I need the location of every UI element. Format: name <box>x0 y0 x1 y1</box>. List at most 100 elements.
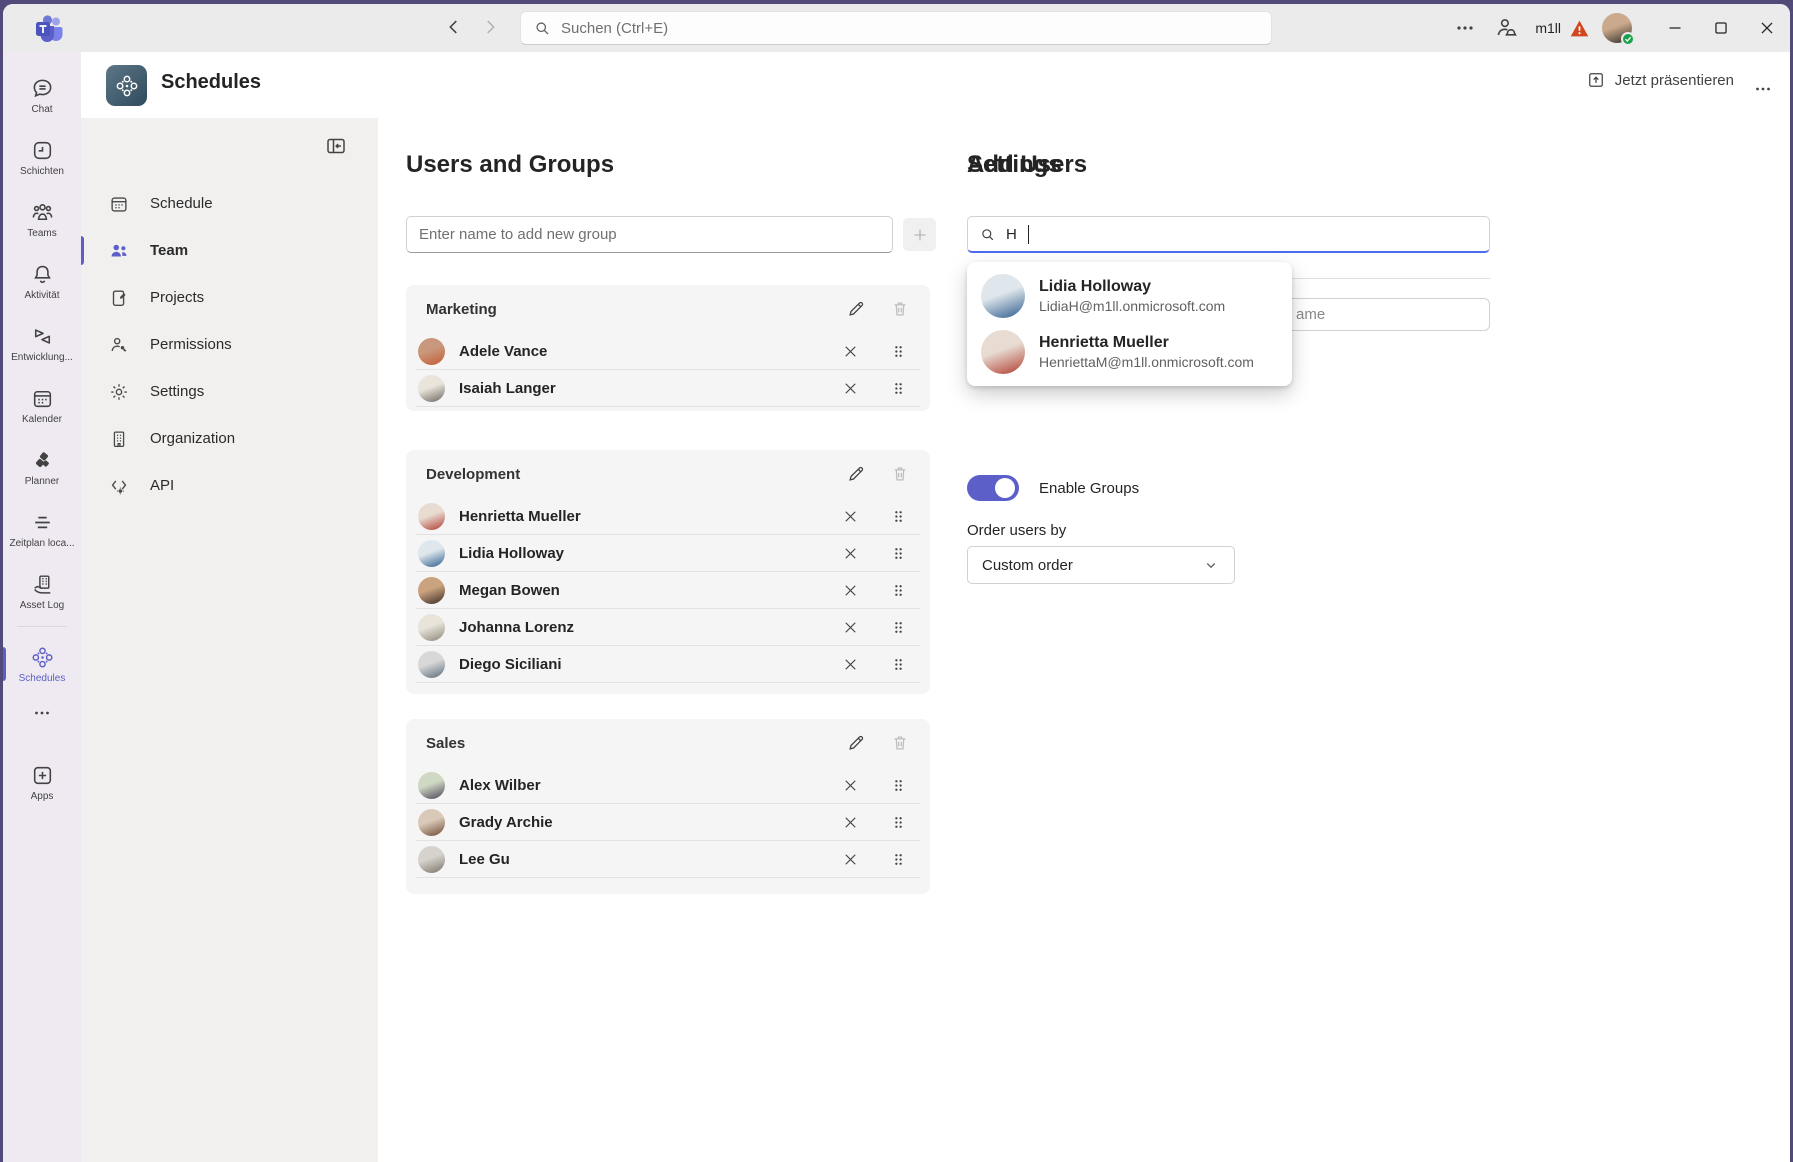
asset-log-icon <box>30 572 55 597</box>
drag-handle-icon[interactable] <box>890 813 907 832</box>
rail-item-chat[interactable]: Chat <box>3 64 81 126</box>
remove-member-icon[interactable] <box>841 776 860 795</box>
delete-group-icon[interactable] <box>890 464 910 484</box>
add-users-search-input[interactable]: H <box>967 216 1490 253</box>
person-key-icon <box>108 334 130 356</box>
api-icon <box>108 475 130 497</box>
suggestion-henrietta-mueller[interactable]: Henrietta Mueller HenriettaM@m1ll.onmicr… <box>967 324 1292 380</box>
sidebar-item-schedule[interactable]: Schedule <box>81 180 378 227</box>
forward-button[interactable] <box>479 16 501 38</box>
remove-member-icon[interactable] <box>841 655 860 674</box>
add-group-button[interactable] <box>903 218 936 251</box>
minimize-button[interactable] <box>1652 4 1698 52</box>
developer-icon <box>30 324 55 349</box>
collapse-sidebar-button[interactable] <box>324 134 348 158</box>
main-content: Users and Groups Marketing Adele Vance <box>378 118 1790 1162</box>
presence-available-badge <box>1621 32 1635 46</box>
rail-item-teams[interactable]: Teams <box>3 188 81 250</box>
titlebar-more-icon[interactable] <box>1453 16 1477 40</box>
app-rail: Chat Schichten Teams Aktivität Entwicklu… <box>3 52 81 1162</box>
sidebar-item-projects[interactable]: Projects <box>81 274 378 321</box>
sidebar-item-api[interactable]: API <box>81 462 378 509</box>
edit-group-icon[interactable] <box>846 299 866 319</box>
member-row: Henrietta Mueller <box>416 498 920 535</box>
schedules-app-icon <box>106 65 147 106</box>
edit-group-icon[interactable] <box>846 733 866 753</box>
teams-logo-icon <box>35 14 65 42</box>
remove-member-icon[interactable] <box>841 618 860 637</box>
rail-more-apps-button[interactable] <box>3 695 81 731</box>
chevron-down-icon <box>1202 556 1220 574</box>
rail-item-zeitplan[interactable]: Zeitplan loca... <box>3 498 81 560</box>
suggestion-lidia-holloway[interactable]: Lidia Holloway LidiaH@m1ll.onmicrosoft.c… <box>967 268 1292 324</box>
avatar <box>418 614 445 641</box>
enable-groups-label: Enable Groups <box>1039 480 1139 497</box>
user-avatar[interactable] <box>1602 13 1632 43</box>
sidebar-item-permissions[interactable]: Permissions <box>81 321 378 368</box>
drag-handle-icon[interactable] <box>890 544 907 563</box>
order-users-select[interactable]: Custom order <box>967 546 1235 584</box>
close-button[interactable] <box>1744 4 1790 52</box>
group-title: Sales <box>426 735 846 752</box>
member-row: Grady Archie <box>416 804 920 841</box>
remove-member-icon[interactable] <box>841 581 860 600</box>
sidebar-item-settings[interactable]: Settings <box>81 368 378 415</box>
avatar <box>981 330 1025 374</box>
remove-member-icon[interactable] <box>841 342 860 361</box>
plus-icon <box>910 225 930 245</box>
drag-handle-icon[interactable] <box>890 507 907 526</box>
rail-item-planner[interactable]: Planner <box>3 436 81 498</box>
maximize-button[interactable] <box>1698 4 1744 52</box>
rail-item-schedules[interactable]: Schedules <box>3 633 81 695</box>
warning-icon[interactable] <box>1569 18 1590 39</box>
account-notifications-icon[interactable] <box>1493 15 1519 41</box>
member-row: Diego Siciliani <box>416 646 920 683</box>
drag-handle-icon[interactable] <box>890 342 907 361</box>
search-placeholder: Suchen (Ctrl+E) <box>561 20 668 37</box>
page-title: Schedules <box>161 71 261 94</box>
schedules-pinwheel-icon <box>30 645 55 670</box>
collapse-icon <box>324 134 348 158</box>
rail-item-kalender[interactable]: Kalender <box>3 374 81 436</box>
sidebar-item-team[interactable]: Team <box>81 227 378 274</box>
shifts-icon <box>30 138 55 163</box>
remove-member-icon[interactable] <box>841 544 860 563</box>
add-group-input[interactable] <box>406 216 893 253</box>
settings-heading: Settings <box>967 151 1062 179</box>
avatar <box>981 274 1025 318</box>
drag-handle-icon[interactable] <box>890 776 907 795</box>
search-query-text: H <box>1006 226 1017 243</box>
remove-member-icon[interactable] <box>841 813 860 832</box>
drag-handle-icon[interactable] <box>890 581 907 600</box>
rail-item-schichten[interactable]: Schichten <box>3 126 81 188</box>
rail-item-aktivitaet[interactable]: Aktivität <box>3 250 81 312</box>
avatar <box>418 375 445 402</box>
search-icon <box>533 19 551 37</box>
tenant-name[interactable]: m1ll <box>1535 20 1561 36</box>
avatar <box>418 577 445 604</box>
global-search-input[interactable]: Suchen (Ctrl+E) <box>520 11 1272 45</box>
rail-item-apps[interactable]: Apps <box>3 751 81 813</box>
delete-group-icon[interactable] <box>890 299 910 319</box>
remove-member-icon[interactable] <box>841 850 860 869</box>
delete-group-icon[interactable] <box>890 733 910 753</box>
remove-member-icon[interactable] <box>841 379 860 398</box>
edit-group-icon[interactable] <box>846 464 866 484</box>
drag-handle-icon[interactable] <box>890 850 907 869</box>
member-row: Lidia Holloway <box>416 535 920 572</box>
drag-handle-icon[interactable] <box>890 379 907 398</box>
drag-handle-icon[interactable] <box>890 655 907 674</box>
header-more-button[interactable] <box>1752 78 1774 100</box>
enable-groups-toggle[interactable] <box>967 475 1019 501</box>
back-button[interactable] <box>443 16 465 38</box>
sidebar-item-organization[interactable]: Organization <box>81 415 378 462</box>
building-icon <box>108 428 130 450</box>
drag-handle-icon[interactable] <box>890 618 907 637</box>
member-row: Lee Gu <box>416 841 920 878</box>
group-title: Marketing <box>426 301 846 318</box>
rail-item-asset-log[interactable]: Asset Log <box>3 560 81 622</box>
present-now-button[interactable]: Jetzt präsentieren <box>1586 70 1734 90</box>
member-row: Johanna Lorenz <box>416 609 920 646</box>
rail-item-entwicklung[interactable]: Entwicklung... <box>3 312 81 374</box>
remove-member-icon[interactable] <box>841 507 860 526</box>
